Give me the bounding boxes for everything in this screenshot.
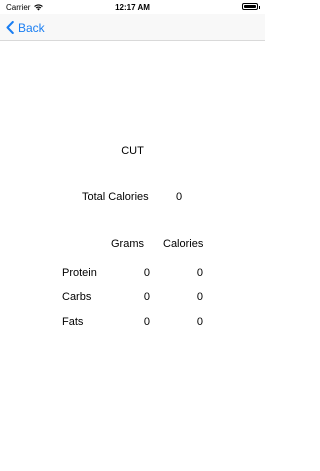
grams-column-header: Grams	[111, 238, 144, 250]
macro-grams: 0	[143, 291, 150, 303]
macro-grams: 0	[143, 267, 150, 279]
macro-calories: 0	[196, 291, 203, 303]
back-button-label: Back	[18, 20, 45, 35]
total-calories-label: Total Calories	[82, 191, 149, 203]
chevron-left-icon	[6, 21, 14, 34]
macro-label: Fats	[62, 316, 84, 328]
battery-icon	[242, 3, 260, 10]
back-button[interactable]: Back	[6, 19, 45, 36]
macro-label: Protein	[62, 267, 97, 279]
total-calories-value: 0	[176, 191, 183, 203]
calories-column-header: Calories	[163, 238, 204, 250]
macro-label: Carbs	[62, 291, 92, 303]
macro-grams: 0	[143, 316, 150, 328]
status-bar: Carrier 12:17 AM	[0, 0, 265, 14]
macro-calories: 0	[196, 316, 203, 328]
status-time: 12:17 AM	[115, 3, 150, 12]
navigation-bar: Back	[0, 14, 265, 41]
plan-title: CUT	[121, 145, 144, 157]
macro-calories: 0	[196, 267, 203, 279]
